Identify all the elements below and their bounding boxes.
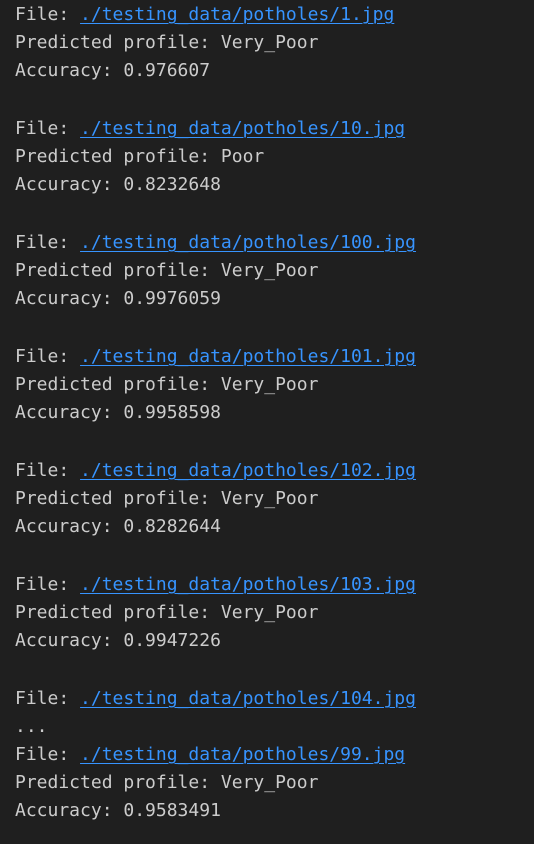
predicted-label: Predicted profile: [15, 602, 221, 623]
accuracy-line: Accuracy: 0.9583491 [15, 797, 221, 825]
accuracy-label: Accuracy: [15, 800, 124, 821]
accuracy-value: 0.8282644 [123, 516, 221, 537]
predicted-label: Predicted profile: [15, 488, 221, 509]
predicted-line: Predicted profile: Very_Poor [15, 769, 318, 797]
accuracy-value: 0.8232648 [123, 174, 221, 195]
file-line: File: ./testing_data/potholes/103.jpg [15, 571, 416, 599]
file-line: File: ./testing_data/potholes/10.jpg [15, 115, 405, 143]
file-link[interactable]: ./testing_data/potholes/101.jpg [80, 346, 416, 367]
file-label: File: [15, 688, 81, 709]
accuracy-line: Accuracy: 0.8232648 [15, 171, 221, 199]
predicted-profile: Very_Poor [220, 32, 319, 53]
accuracy-label: Accuracy: [15, 402, 124, 423]
predicted-label: Predicted profile: [15, 32, 221, 53]
predicted-line: Predicted profile: Very_Poor [15, 371, 318, 399]
file-link[interactable]: ./testing_data/potholes/103.jpg [80, 574, 416, 595]
predicted-profile: Very_Poor [220, 260, 319, 281]
file-label: File: [15, 346, 81, 367]
file-label: File: [15, 744, 81, 765]
file-line: File: ./testing_data/potholes/100.jpg [15, 229, 416, 257]
file-line: File: ./testing_data/potholes/101.jpg [15, 343, 416, 371]
predicted-label: Predicted profile: [15, 374, 221, 395]
predicted-profile: Very_Poor [220, 374, 319, 395]
predicted-profile: Poor [220, 146, 265, 167]
file-line: File: ./testing_data/potholes/102.jpg [15, 457, 416, 485]
accuracy-value: 0.9583491 [123, 800, 221, 821]
predicted-profile: Very_Poor [220, 602, 319, 623]
accuracy-line: Accuracy: 0.976607 [15, 57, 210, 85]
accuracy-value: 0.976607 [123, 60, 211, 81]
predicted-line: Predicted profile: Very_Poor [15, 485, 318, 513]
accuracy-value: 0.9947226 [123, 630, 221, 651]
accuracy-label: Accuracy: [15, 288, 124, 309]
file-line: File: ./testing_data/potholes/1.jpg [15, 1, 394, 29]
accuracy-label: Accuracy: [15, 60, 124, 81]
terminal-output: File: ./testing_data/potholes/1.jpg Pred… [0, 0, 534, 844]
accuracy-line: Accuracy: 0.9947226 [15, 627, 221, 655]
accuracy-value: 0.9958598 [123, 402, 221, 423]
predicted-line: Predicted profile: Poor [15, 143, 264, 171]
accuracy-label: Accuracy: [15, 174, 124, 195]
accuracy-line: Accuracy: 0.9976059 [15, 285, 221, 313]
predicted-profile: Very_Poor [220, 488, 319, 509]
file-label: File: [15, 232, 81, 253]
accuracy-value: 0.9976059 [123, 288, 221, 309]
predicted-line: Predicted profile: Very_Poor [15, 599, 318, 627]
accuracy-label: Accuracy: [15, 630, 124, 651]
file-link[interactable]: ./testing_data/potholes/99.jpg [80, 744, 405, 765]
accuracy-line: Accuracy: 0.9958598 [15, 399, 221, 427]
file-link[interactable]: ./testing_data/potholes/1.jpg [80, 4, 394, 25]
file-label: File: [15, 4, 81, 25]
file-label: File: [15, 574, 81, 595]
predicted-line: Predicted profile: Very_Poor [15, 257, 318, 285]
predicted-profile: Very_Poor [220, 772, 319, 793]
accuracy-label: Accuracy: [15, 516, 124, 537]
file-link[interactable]: ./testing_data/potholes/100.jpg [80, 232, 416, 253]
ellipsis-line: ... [15, 716, 48, 737]
file-link[interactable]: ./testing_data/potholes/102.jpg [80, 460, 416, 481]
accuracy-line: Accuracy: 0.8282644 [15, 513, 221, 541]
file-link[interactable]: ./testing_data/potholes/104.jpg [80, 688, 416, 709]
file-line: File: ./testing_data/potholes/99.jpg [15, 741, 405, 769]
file-label: File: [15, 460, 81, 481]
file-line: File: ./testing_data/potholes/104.jpg [15, 685, 416, 713]
predicted-label: Predicted profile: [15, 146, 221, 167]
predicted-label: Predicted profile: [15, 260, 221, 281]
file-link[interactable]: ./testing_data/potholes/10.jpg [80, 118, 405, 139]
file-label: File: [15, 118, 81, 139]
predicted-line: Predicted profile: Very_Poor [15, 29, 318, 57]
predicted-label: Predicted profile: [15, 772, 221, 793]
